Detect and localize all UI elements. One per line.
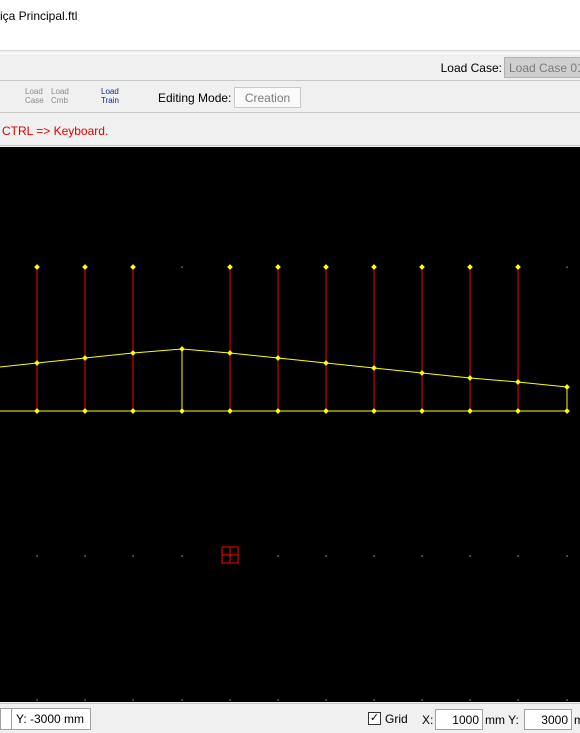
load-combination-button-line2: Cmb (51, 96, 68, 105)
node-point (275, 264, 281, 270)
grid-y-unit-label: mm (574, 713, 580, 727)
node-point (323, 360, 329, 366)
grid-dot (84, 555, 86, 557)
load-combination-button-line1: Load (51, 87, 69, 96)
grid-dot (373, 555, 375, 557)
node-point (515, 264, 521, 270)
load-case-button[interactable]: Load Case (25, 87, 51, 105)
node-point (34, 360, 40, 366)
grid-x-spacing-input[interactable]: 1000 (435, 709, 483, 730)
node-point (275, 355, 281, 361)
node-point (371, 408, 377, 414)
grid-dot (421, 555, 423, 557)
grid-dot (325, 555, 327, 557)
keyboard-hint-text: CTRL => Keyboard. (2, 124, 109, 138)
node-point (371, 264, 377, 270)
load-case-button-line2: Case (25, 96, 44, 105)
grid-toggle[interactable]: ✓ Grid (366, 709, 414, 729)
node-point (82, 264, 88, 270)
grid-dot (421, 699, 423, 701)
editing-mode-label: Editing Mode: (158, 91, 232, 105)
load-train-button-line1: Load (101, 87, 119, 96)
grid-dot (517, 699, 519, 701)
grid-dot (469, 699, 471, 701)
node-point (227, 350, 233, 356)
grid-dot (229, 699, 231, 701)
truss-drawing[interactable] (0, 147, 580, 702)
node-point (564, 384, 570, 390)
node-point (564, 408, 570, 414)
node-point (515, 379, 521, 385)
node-point (34, 408, 40, 414)
load-case-select[interactable]: Load Case 01 (504, 57, 580, 78)
node-point (227, 408, 233, 414)
node-point (419, 264, 425, 270)
toolbar: Load Case Load Cmb Load Train Editing Mo… (0, 83, 580, 113)
node-point (467, 264, 473, 270)
node-point (130, 350, 136, 356)
grid-dot (36, 555, 38, 557)
grid-dot (517, 555, 519, 557)
load-train-button-line2: Train (101, 96, 119, 105)
grid-y-spacing-input[interactable]: 3000 (524, 709, 572, 730)
grid-dot (566, 699, 568, 701)
grid-dot (566, 555, 568, 557)
load-case-bar: Load Case: Load Case 01 (0, 53, 580, 81)
y-coordinate-readout: Y: -3000 mm (11, 708, 91, 730)
node-point (275, 408, 281, 414)
node-point (82, 355, 88, 361)
status-bar: Y: -3000 mm ✓ Grid X: 1000 mm Y: 3000 mm (0, 703, 580, 733)
node-point (130, 264, 136, 270)
node-point (371, 365, 377, 371)
window-title: iça Principal.ftl (0, 9, 78, 23)
grid-x-unit-label: mm Y: (485, 713, 519, 727)
node-point (419, 370, 425, 376)
grid-dot (277, 555, 279, 557)
grid-dot (132, 699, 134, 701)
load-case-button-line1: Load (25, 87, 43, 96)
node-point (130, 408, 136, 414)
grid-dot (181, 266, 183, 268)
grid-x-label: X: (422, 713, 434, 727)
drawing-canvas[interactable] (0, 147, 580, 702)
grid-dot (566, 266, 568, 268)
hint-bar: CTRL => Keyboard. (0, 116, 580, 146)
node-point (227, 264, 233, 270)
load-train-button[interactable]: Load Train (101, 87, 127, 105)
grid-dot (277, 699, 279, 701)
node-point (419, 408, 425, 414)
grid-checkbox[interactable]: ✓ (368, 712, 381, 725)
grid-dot (373, 699, 375, 701)
load-combination-button[interactable]: Load Cmb (51, 87, 77, 105)
grid-dot (84, 699, 86, 701)
grid-label: Grid (385, 712, 408, 726)
editing-mode-field[interactable]: Creation (234, 87, 301, 108)
node-point (82, 408, 88, 414)
window-titlebar: iça Principal.ftl (0, 0, 580, 51)
grid-dot (181, 699, 183, 701)
node-point (467, 375, 473, 381)
grid-dot (36, 699, 38, 701)
node-point (515, 408, 521, 414)
node-point (179, 346, 185, 352)
node-point (179, 408, 185, 414)
grid-dot (469, 555, 471, 557)
node-point (34, 264, 40, 270)
load-case-label: Load Case: (440, 61, 502, 75)
grid-dot (181, 555, 183, 557)
grid-dot (132, 555, 134, 557)
grid-dot (325, 699, 327, 701)
node-point (323, 264, 329, 270)
node-point (323, 408, 329, 414)
node-point (467, 408, 473, 414)
